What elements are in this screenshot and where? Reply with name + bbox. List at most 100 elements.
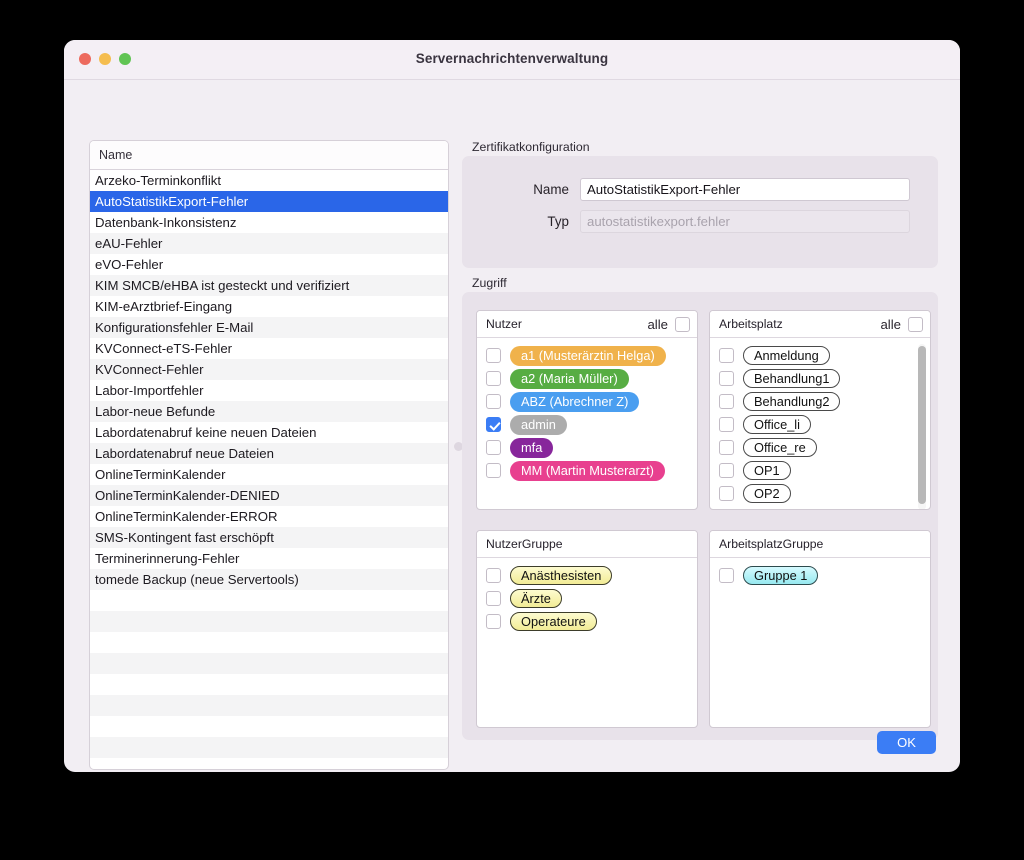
panel-items-nutzer: a1 (Musterärztin Helga) a2 (Maria Müller)…	[477, 338, 697, 509]
item-tag[interactable]: a2 (Maria Müller)	[510, 368, 629, 389]
list-item[interactable]	[90, 716, 448, 737]
item-tag[interactable]: admin	[510, 414, 567, 435]
item-checkbox[interactable]	[719, 440, 734, 455]
panel-items-arbeitsplatz: Anmeldung Behandlung1 Behandlung2 Office_li…	[710, 338, 930, 509]
list-item[interactable]: a2 (Maria Müller)	[477, 367, 697, 390]
list-item[interactable]: admin	[477, 413, 697, 436]
list-item[interactable]: AutoStatistikExport-Fehler	[90, 191, 448, 212]
list-item[interactable]: Anmeldung	[710, 344, 930, 367]
scrollbar[interactable]	[918, 344, 926, 509]
list-item[interactable]: KVConnect-eTS-Fehler	[90, 338, 448, 359]
list-item[interactable]: eAU-Fehler	[90, 233, 448, 254]
list-item[interactable]: KVConnect-Fehler	[90, 359, 448, 380]
message-list[interactable]: Arzeko-Terminkonflikt AutoStatistikExport…	[90, 170, 448, 769]
list-item[interactable]: Terminerinnerung-Fehler	[90, 548, 448, 569]
list-item[interactable]	[90, 611, 448, 632]
item-checkbox[interactable]	[486, 440, 501, 455]
list-item[interactable]: Office_li	[710, 413, 930, 436]
item-tag[interactable]: Office_re	[743, 438, 817, 457]
item-checkbox[interactable]	[486, 371, 501, 386]
list-item[interactable]	[90, 632, 448, 653]
item-checkbox[interactable]	[486, 463, 501, 478]
list-item[interactable]: Anästhesisten	[477, 564, 697, 587]
list-item[interactable]: MM (Martin Musterarzt)	[477, 459, 697, 482]
dialog-window: Servernachrichtenverwaltung Name Arzeko-…	[64, 40, 960, 772]
list-item[interactable]	[90, 695, 448, 716]
list-item[interactable]: Datenbank-Inkonsistenz	[90, 212, 448, 233]
list-item[interactable]: Ärzte	[477, 587, 697, 610]
list-item[interactable]: Office_re	[710, 436, 930, 459]
item-checkbox[interactable]	[486, 591, 501, 606]
list-item[interactable]	[90, 737, 448, 758]
list-item[interactable]: a1 (Musterärztin Helga)	[477, 344, 697, 367]
item-tag[interactable]: Behandlung1	[743, 369, 841, 388]
list-item[interactable]: Labor-neue Befunde	[90, 401, 448, 422]
item-tag[interactable]: Ärzte	[510, 589, 562, 608]
item-tag[interactable]: OP2	[743, 484, 791, 503]
list-column-header-label: Name	[99, 148, 133, 162]
list-item[interactable]: OP2	[710, 482, 930, 505]
list-item[interactable]: Konfigurationsfehler E-Mail	[90, 317, 448, 338]
certificate-name-input[interactable]: AutoStatistikExport-Fehler	[580, 178, 910, 201]
item-tag[interactable]: Anmeldung	[743, 346, 830, 365]
list-item[interactable]: SMS-Kontingent fast erschöpft	[90, 527, 448, 548]
list-item[interactable]: ABZ (Abrechner Z)	[477, 390, 697, 413]
list-item[interactable]: Arzeko-Terminkonflikt	[90, 170, 448, 191]
list-item[interactable]: Labordatenabruf keine neuen Dateien	[90, 422, 448, 443]
item-checkbox[interactable]	[719, 463, 734, 478]
list-item[interactable]: Labor-Importfehler	[90, 380, 448, 401]
certificate-name-label: Name	[533, 182, 569, 197]
item-checkbox[interactable]	[719, 568, 734, 583]
item-tag[interactable]: ABZ (Abrechner Z)	[510, 391, 640, 412]
item-checkbox[interactable]	[719, 394, 734, 409]
select-all-checkbox[interactable]	[908, 316, 923, 332]
item-checkbox[interactable]	[486, 394, 501, 409]
list-item[interactable]: Behandlung2	[710, 390, 930, 413]
list-item[interactable]	[90, 653, 448, 674]
item-tag[interactable]: mfa	[510, 437, 554, 458]
list-item[interactable]: OP1	[710, 459, 930, 482]
list-item[interactable]: tomede Backup (neue Servertools)	[90, 569, 448, 590]
list-item[interactable]	[90, 674, 448, 695]
item-checkbox[interactable]	[719, 417, 734, 432]
item-checkbox[interactable]	[486, 417, 501, 432]
item-tag[interactable]: MM (Martin Musterarzt)	[510, 460, 665, 481]
item-tag[interactable]: Anästhesisten	[510, 566, 613, 585]
select-all-checkbox[interactable]	[675, 316, 690, 332]
item-tag[interactable]: Operateure	[510, 612, 597, 631]
item-checkbox[interactable]	[486, 568, 501, 583]
list-item[interactable]: Operateure	[477, 610, 697, 633]
item-checkbox[interactable]	[486, 348, 501, 363]
item-checkbox[interactable]	[719, 486, 734, 501]
item-checkbox[interactable]	[719, 371, 734, 386]
list-column-header[interactable]: Name	[90, 141, 448, 170]
list-item[interactable]: OnlineTerminKalender-ERROR	[90, 506, 448, 527]
panel-items-nutzergruppe: Anästhesisten Ärzte Operateure	[477, 558, 697, 727]
item-tag[interactable]: Office_li	[743, 415, 811, 434]
list-item[interactable]: OnlineTerminKalender	[90, 464, 448, 485]
item-tag[interactable]: OP1	[743, 461, 791, 480]
list-item[interactable]: KIM SMCB/eHBA ist gesteckt und verifizie…	[90, 275, 448, 296]
panel-header-arbeitsplatz: Arbeitsplatz alle	[710, 311, 930, 338]
list-item[interactable]: KIM-eArztbrief-Eingang	[90, 296, 448, 317]
list-item[interactable]	[90, 590, 448, 611]
ok-button[interactable]: OK	[877, 731, 936, 754]
item-checkbox[interactable]	[486, 614, 501, 629]
list-item[interactable]: Labordatenabruf neue Dateien	[90, 443, 448, 464]
list-item[interactable]: OnlineTerminKalender-DENIED	[90, 485, 448, 506]
list-item[interactable]: mfa	[477, 436, 697, 459]
list-item[interactable]: Behandlung1	[710, 367, 930, 390]
panel-nutzer: Nutzer alle a1 (Musterärztin Helga) a2 (Mar…	[476, 310, 698, 510]
select-all-label: alle	[647, 316, 668, 332]
list-item[interactable]: Gruppe 1	[710, 564, 930, 587]
item-tag[interactable]: a1 (Musterärztin Helga)	[510, 345, 666, 366]
panel-title: ArbeitsplatzGruppe	[719, 537, 824, 551]
select-all-label: alle	[880, 316, 901, 332]
scrollbar-thumb[interactable]	[918, 346, 926, 504]
certificate-group-label: Zertifikatkonfiguration	[472, 140, 590, 154]
item-tag[interactable]: Gruppe 1	[743, 566, 819, 585]
item-checkbox[interactable]	[719, 348, 734, 363]
panel-title: NutzerGruppe	[486, 537, 563, 551]
list-item[interactable]: eVO-Fehler	[90, 254, 448, 275]
item-tag[interactable]: Behandlung2	[743, 392, 841, 411]
